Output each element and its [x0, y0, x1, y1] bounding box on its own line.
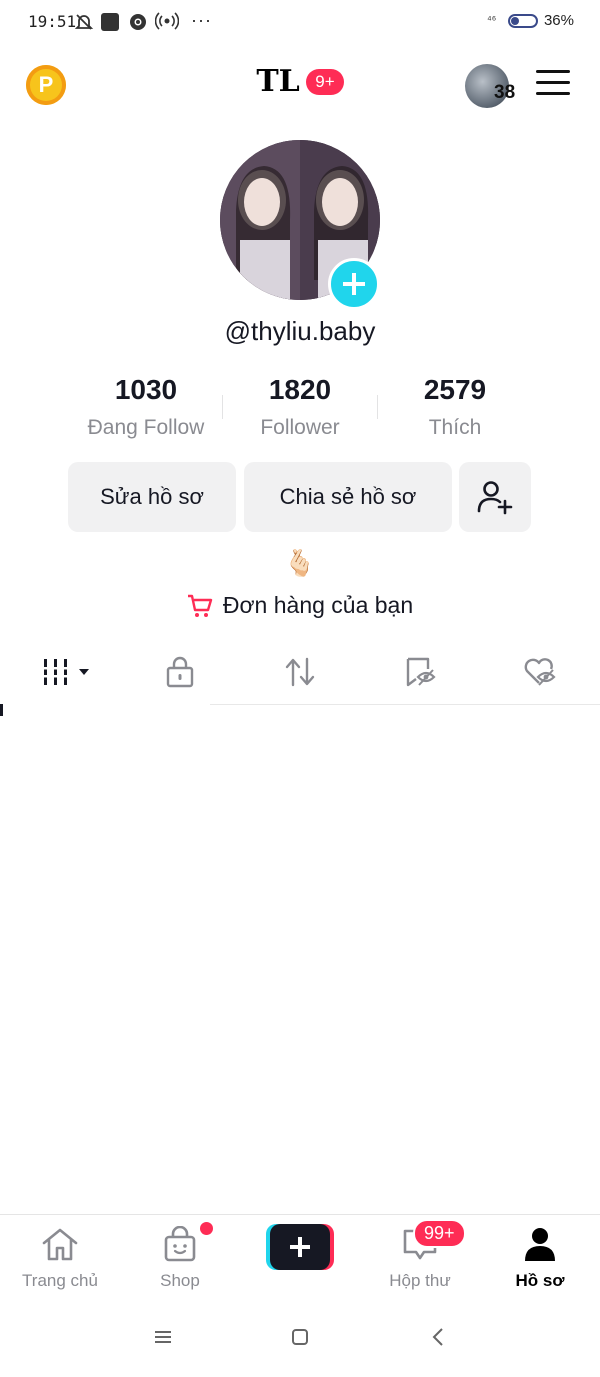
stat-following-value: 1030: [114, 374, 178, 405]
stat-following-label: Đang Follow: [87, 416, 205, 439]
battery-percent: 36%: [543, 12, 574, 29]
back-icon[interactable]: [426, 1326, 450, 1348]
home-icon: [42, 1228, 78, 1261]
liked-icon: [524, 658, 556, 686]
active-tab-indicator: [0, 703, 210, 706]
status-bar: 19:51 ··· ⁴⁶ 36%: [0, 0, 600, 44]
stat-followers[interactable]: 1820 Follower: [220, 374, 380, 440]
profile-person-icon: [525, 1228, 555, 1261]
account-title: TL: [256, 64, 300, 99]
status-time: 19:51: [28, 12, 77, 31]
tab-videos[interactable]: [38, 654, 94, 690]
create-plus-icon: [266, 1224, 334, 1270]
nav-profile[interactable]: Hồ sơ: [480, 1226, 600, 1291]
private-lock-icon: [166, 656, 194, 688]
app-icon: [101, 13, 119, 31]
orders-label: Đơn hàng của bạn: [222, 592, 414, 618]
create-button[interactable]: [266, 1224, 334, 1270]
repost-icon: [285, 657, 315, 687]
shop-bag-icon: [164, 1225, 196, 1262]
favorites-icon: [406, 657, 436, 687]
hotspot-icon: [155, 12, 179, 30]
battery-indicator: 36%: [507, 12, 574, 29]
stat-likes-label: Thích: [428, 416, 482, 439]
nav-home-label: Trang chủ: [22, 1271, 98, 1290]
nav-shop-label: Shop: [160, 1271, 200, 1290]
inbox-badge: 99+: [413, 1219, 466, 1248]
username: @thyliu.baby: [224, 316, 376, 346]
nav-inbox-label: Hộp thư: [389, 1271, 451, 1290]
add-friend-icon: [477, 481, 513, 515]
more-status-icon: ···: [191, 10, 212, 30]
plus-icon: [343, 273, 365, 295]
signal-indicator: ⁴⁶: [487, 14, 497, 26]
menu-icon[interactable]: [536, 70, 570, 98]
stat-following[interactable]: 1030 Đang Follow: [66, 374, 226, 440]
add-friend-button[interactable]: [459, 462, 531, 532]
stat-likes[interactable]: 2579 Thích: [375, 374, 535, 440]
account-badge: 9+: [306, 68, 344, 95]
scroll-edge-mark: [0, 704, 3, 716]
orders-link[interactable]: Đơn hàng của bạn: [0, 592, 600, 619]
recent-apps-icon[interactable]: [151, 1326, 175, 1348]
tab-liked[interactable]: [520, 654, 560, 690]
stat-followers-value: 1820: [268, 374, 332, 405]
videos-grid-icon: [43, 659, 89, 685]
battery-icon: [507, 13, 538, 28]
stat-likes-value: 2579: [423, 374, 487, 405]
edit-profile-button[interactable]: Sửa hồ sơ: [68, 462, 236, 532]
tab-private[interactable]: [160, 654, 200, 690]
nav-shop[interactable]: Shop: [120, 1225, 240, 1291]
home-system-icon[interactable]: [288, 1326, 312, 1348]
add-avatar-button[interactable]: [328, 258, 380, 310]
cart-icon: [187, 594, 213, 617]
nav-home[interactable]: Trang chủ: [0, 1226, 120, 1291]
chrome-icon: [130, 14, 146, 30]
nav-profile-label: Hồ sơ: [515, 1271, 565, 1290]
share-profile-button[interactable]: Chia sẻ hồ sơ: [244, 462, 452, 532]
shop-notification-dot: [200, 1222, 213, 1235]
friends-count: 38: [494, 82, 516, 103]
tab-reposts[interactable]: [280, 654, 320, 690]
bio-emoji: 🫰🏻: [283, 548, 317, 578]
bell-off-icon: [74, 14, 94, 30]
stat-followers-label: Follower: [260, 416, 340, 439]
tab-favorites[interactable]: [400, 654, 440, 690]
